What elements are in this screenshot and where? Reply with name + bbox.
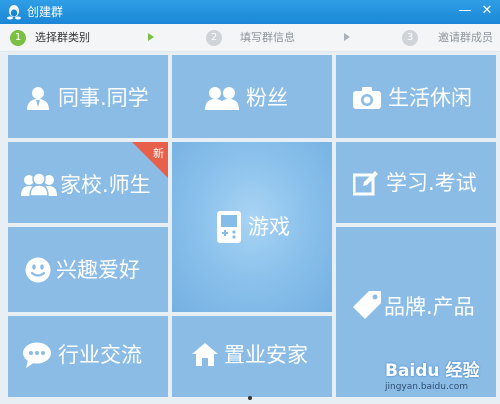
step-2: 2 填写群信息 (206, 30, 336, 46)
category-label: 置业安家 (224, 343, 308, 367)
step-1: 1 选择群类别 (10, 30, 130, 46)
category-hobbies[interactable]: 兴趣爱好 (8, 227, 168, 312)
close-button[interactable]: ✕ (478, 2, 496, 20)
category-school[interactable]: 家校.师生 新 (8, 142, 168, 223)
steps-bar: 1 选择群类别 2 填写群信息 3 邀请群成员 (0, 24, 500, 52)
category-study[interactable]: 学习.考试 (336, 142, 496, 223)
watermark-url: jingyan.baidu.com (385, 382, 469, 392)
category-realestate[interactable]: 置业安家 (172, 316, 332, 397)
step-arrow-icon (148, 33, 154, 41)
smile-icon (25, 257, 51, 283)
category-label: 兴趣爱好 (56, 258, 140, 282)
category-label: 学习.考试 (386, 171, 477, 195)
window-title: 创建群 (27, 5, 64, 19)
new-badge: 新 (132, 142, 168, 178)
category-fans[interactable]: 粉丝 (172, 55, 332, 138)
category-grid: 同事.同学 粉丝 生活休闲 家校.师生 新 游戏 学习.考试 兴趣爱好 品牌.产… (0, 52, 500, 404)
person-icon (27, 87, 49, 110)
step-3: 3 邀请群成员 (402, 30, 500, 46)
category-colleagues[interactable]: 同事.同学 (8, 55, 168, 138)
step-number: 3 (402, 30, 418, 46)
step-arrow-icon (344, 33, 350, 41)
title-bar: 创建群 — ✕ (0, 0, 500, 24)
step-number: 1 (10, 30, 26, 46)
tag-icon (353, 291, 381, 319)
category-label: 游戏 (248, 215, 290, 239)
category-label: 生活休闲 (388, 86, 472, 110)
gamepad-icon (217, 211, 241, 243)
house-icon (192, 343, 218, 366)
step-number: 2 (206, 30, 222, 46)
minimize-button[interactable]: — (456, 2, 474, 20)
chat-icon (23, 342, 51, 368)
category-label: 粉丝 (246, 86, 288, 110)
camera-icon (353, 87, 381, 109)
category-label: 同事.同学 (58, 86, 149, 110)
category-label: 行业交流 (58, 343, 142, 367)
new-badge-label: 新 (153, 147, 164, 160)
pager-dot[interactable] (248, 396, 252, 400)
group-icon (21, 172, 57, 196)
category-games[interactable]: 游戏 (172, 142, 332, 312)
category-lifestyle[interactable]: 生活休闲 (336, 55, 496, 138)
qq-penguin-icon (7, 5, 21, 20)
watermark-text: Baidu 经验 (385, 361, 480, 381)
edit-icon (353, 171, 378, 196)
step-label: 填写群信息 (240, 31, 295, 44)
category-label: 品牌.产品 (384, 295, 475, 319)
category-industry[interactable]: 行业交流 (8, 316, 168, 397)
step-label: 选择群类别 (35, 31, 90, 44)
step-label: 邀请群成员 (438, 31, 493, 44)
people-icon (205, 87, 239, 110)
baidu-watermark: Baidu 经验 jingyan.baidu.com (385, 356, 497, 402)
